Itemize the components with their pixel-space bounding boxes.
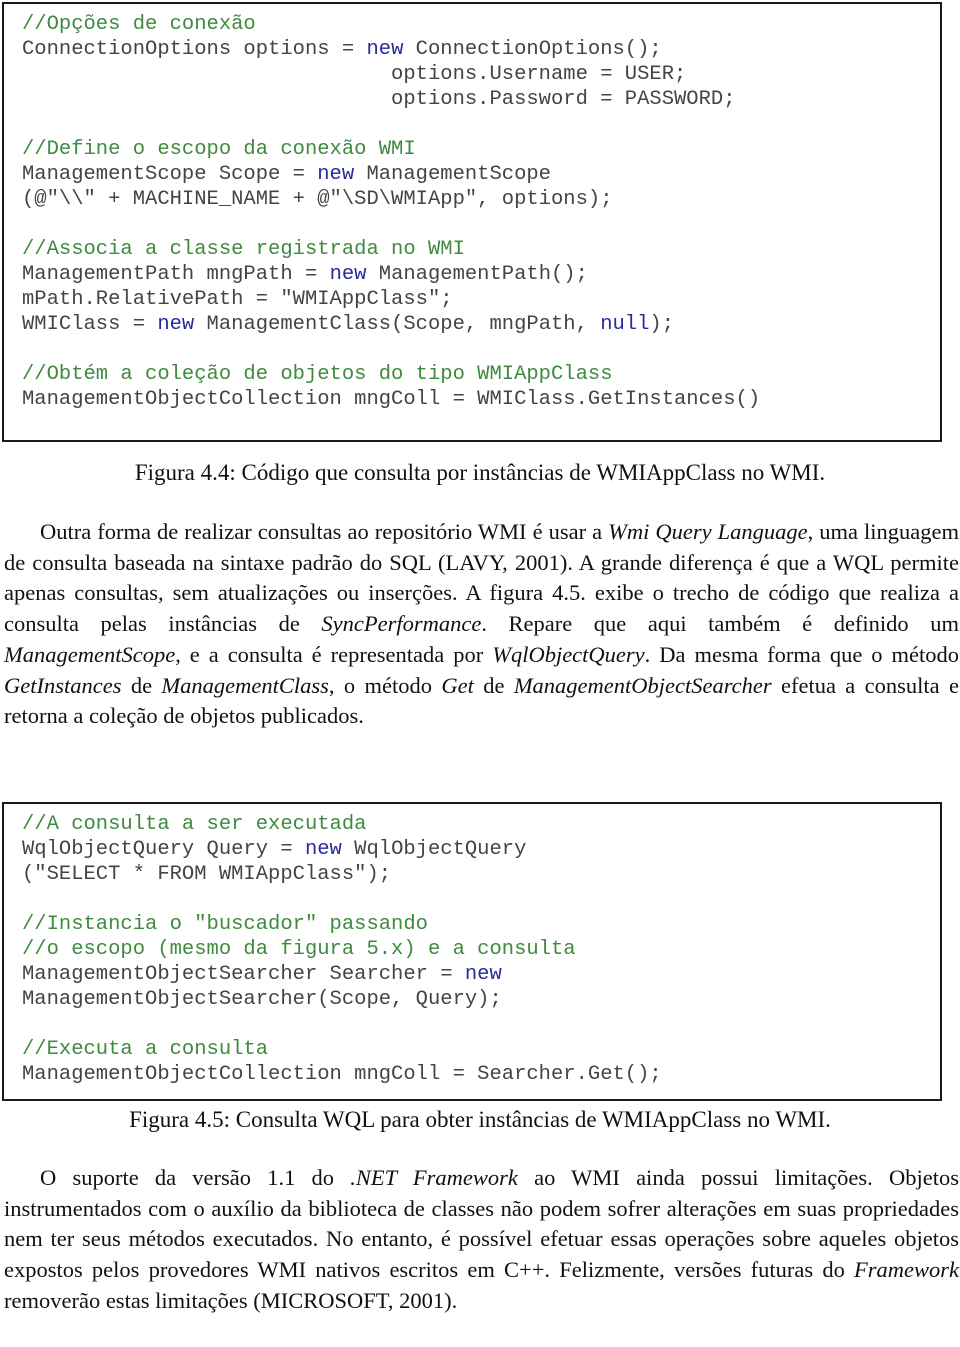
code-comment: //Obtém a coleção de objetos do tipo WMI… (22, 363, 613, 386)
code-line: ("SELECT * FROM WMIAppClass"); (22, 862, 940, 887)
italic-term: Framework (854, 1257, 959, 1283)
code-listing-figure-4-4: //Opções de conexão ConnectionOptions opt… (2, 2, 942, 442)
code-keyword: new (317, 163, 355, 186)
code-text: ); (649, 313, 675, 336)
italic-term: ManagementClass (161, 672, 329, 698)
code-line: WqlObjectQuery Query = new WqlObjectQuer… (22, 837, 940, 862)
code-keyword: new (329, 263, 367, 286)
code-text: ManagementObjectCollection mngColl = WMI… (22, 388, 761, 411)
code-line: ManagementObjectCollection mngColl = WMI… (22, 387, 940, 412)
paragraph-text: . Da mesma forma que o método (644, 641, 959, 667)
code-text: ManagementPath mngPath = (22, 263, 330, 286)
code-line: ConnectionOptions options = new Connecti… (22, 37, 940, 62)
code-line: options.Password = PASSWORD; (22, 87, 940, 112)
code-line: options.Username = USER; (22, 62, 940, 87)
code-text: ConnectionOptions(); (403, 38, 662, 61)
code-comment: //Executa a consulta (22, 1038, 269, 1061)
code-comment: //Associa a classe registrada no WMI (22, 238, 465, 261)
code-text: options.Password = PASSWORD; (22, 88, 736, 111)
code-comment-line: //Obtém a coleção de objetos do tipo WMI… (22, 362, 940, 387)
code-text: ("SELECT * FROM WMIAppClass"); (22, 863, 392, 886)
code-text: options.Username = USER; (22, 63, 687, 86)
paragraph-text: Outra forma de realizar consultas ao rep… (40, 519, 609, 544)
code-line: ManagementScope Scope = new ManagementSc… (22, 162, 940, 187)
paragraph-text: removerão estas limitações (MICROSOFT, 2… (4, 1287, 458, 1313)
figure-4-5-caption: Figura 4.5: Consulta WQL para obter inst… (129, 1107, 831, 1132)
code-line: ManagementObjectSearcher(Scope, Query); (22, 987, 940, 1012)
code-comment: //A consulta a ser executada (22, 813, 367, 836)
code-comment-line: //Define o escopo da conexão WMI (22, 137, 940, 162)
code-text: WqlObjectQuery Query = (22, 838, 305, 861)
code-comment: //o escopo (mesmo da figura 5.x) e a con… (22, 938, 576, 961)
paragraph-text: de (473, 672, 514, 698)
code-comment: //Opções de conexão (22, 13, 256, 36)
code-keyword: new (304, 838, 342, 861)
code-keyword: new (366, 38, 404, 61)
code-text: ManagementClass(Scope, mngPath, (194, 313, 601, 336)
code-text: mPath.RelativePath = "WMIAppClass"; (22, 288, 453, 311)
body-paragraph-net-framework: O suporte da versão 1.1 do .NET Framewor… (4, 1163, 959, 1317)
paragraph-text: . Repare que aqui também é definido um (481, 611, 959, 637)
code-line: mPath.RelativePath = "WMIAppClass"; (22, 287, 940, 312)
italic-term: .NET Framework (350, 1165, 518, 1190)
italic-term: Wmi Query Language (608, 519, 808, 544)
code-text: ManagementObjectSearcher(Scope, Query); (22, 988, 502, 1011)
code-line: ManagementObjectSearcher Searcher = new (22, 962, 940, 987)
code-comment-line: //o escopo (mesmo da figura 5.x) e a con… (22, 937, 940, 962)
code-comment: //Instancia o "buscador" passando (22, 913, 428, 936)
code-line: ManagementPath mngPath = new ManagementP… (22, 262, 940, 287)
code-line: ManagementObjectCollection mngColl = Sea… (22, 1062, 940, 1087)
italic-term: ManagementScope (4, 641, 176, 667)
paragraph-text: de (121, 672, 162, 698)
code-comment: //Define o escopo da conexão WMI (22, 138, 416, 161)
code-comment-line: //Executa a consulta (22, 1037, 940, 1062)
code-text: (@"\\" + MACHINE_NAME + @"\SD\WMIApp", o… (22, 188, 613, 211)
code-comment-line: //A consulta a ser executada (22, 812, 940, 837)
italic-term: Get (441, 672, 474, 698)
paragraph-text: , o método (328, 672, 442, 698)
code-text: ManagementScope Scope = (22, 163, 318, 186)
code-keyword: new (464, 963, 502, 986)
code-comment-line: //Opções de conexão (22, 12, 940, 37)
italic-term: GetInstances (4, 672, 122, 698)
italic-term: SyncPerformance (321, 611, 482, 637)
code-line: (@"\\" + MACHINE_NAME + @"\SD\WMIApp", o… (22, 187, 940, 212)
code-text: WqlObjectQuery (341, 838, 527, 861)
code-keyword: null (600, 313, 650, 336)
figure-4-4-caption: Figura 4.4: Código que consulta por inst… (134, 460, 826, 485)
code-text: ManagementObjectCollection mngColl = Sea… (22, 1063, 662, 1086)
code-text: ManagementScope (354, 163, 551, 186)
paragraph-text: O suporte da versão 1.1 do (40, 1165, 351, 1190)
code-text: ManagementObjectSearcher Searcher = (22, 963, 465, 986)
body-paragraph-wql: Outra forma de realizar consultas ao rep… (4, 517, 959, 732)
code-text: ConnectionOptions options = (22, 38, 367, 61)
code-comment-line: //Associa a classe registrada no WMI (22, 237, 940, 262)
paragraph-text: , e a consulta é representada por (175, 641, 493, 667)
code-text: ManagementPath(); (366, 263, 588, 286)
code-keyword: new (157, 313, 195, 336)
code-comment-line: //Instancia o "buscador" passando (22, 912, 940, 937)
italic-term: WqlObjectQuery (492, 641, 645, 667)
code-line: WMIClass = new ManagementClass(Scope, mn… (22, 312, 940, 337)
code-listing-figure-4-5: //A consulta a ser executada WqlObjectQue… (2, 802, 942, 1101)
italic-term: ManagementObjectSearcher (513, 672, 772, 698)
code-text: WMIClass = (22, 313, 158, 336)
